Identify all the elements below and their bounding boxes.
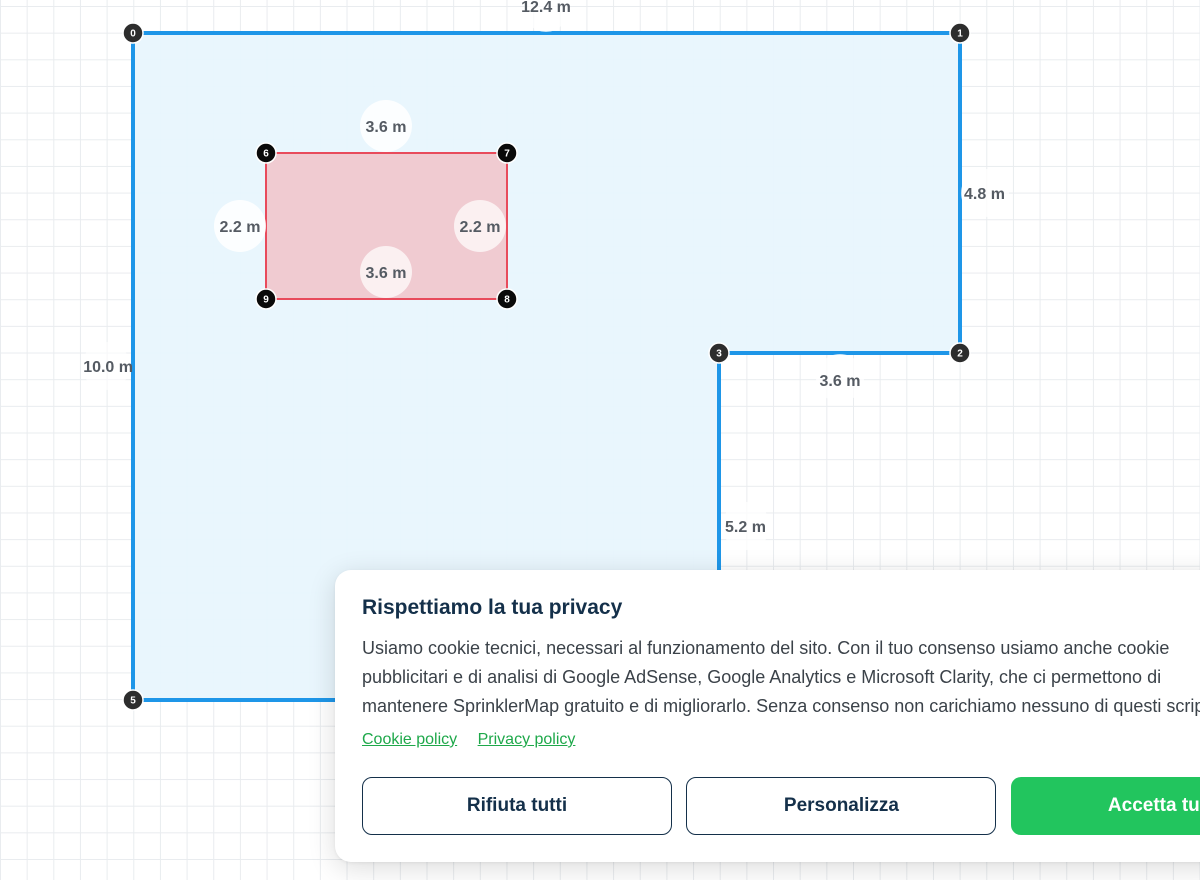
cookie-consent-banner: Rispettiamo la tua privacy Usiamo cookie… [335, 570, 1200, 862]
cookie-banner-title: Rispettiamo la tua privacy [362, 596, 623, 619]
accept-all-button[interactable]: Accetta tutti [1010, 777, 1200, 835]
cookie-policy-link[interactable]: Cookie policy [362, 731, 457, 748]
reject-all-button[interactable]: Rifiuta tutti [362, 777, 672, 835]
vertex-handle-9[interactable]: 9 [255, 288, 277, 310]
vertex-handle-2[interactable]: 2 [949, 342, 971, 364]
customize-button[interactable]: Personalizza [686, 777, 997, 835]
dim-label-step-horizontal: 3.6 m [820, 373, 861, 390]
dim-label-right-upper: 4.8 m [964, 186, 1005, 203]
vertex-handle-3[interactable]: 3 [708, 342, 730, 364]
svg-text:8: 8 [504, 295, 510, 306]
cookie-banner-buttons: Rifiuta tutti Personalizza Accetta tutti [362, 777, 1200, 835]
svg-text:0: 0 [130, 29, 136, 40]
vertex-handle-7[interactable]: 7 [496, 142, 518, 164]
svg-text:7: 7 [504, 149, 510, 160]
dim-label-top: 12.4 m [521, 0, 571, 16]
svg-text:5: 5 [130, 696, 136, 707]
exclusion-dim-bottom: 3.6 m [366, 265, 407, 282]
vertex-handle-0[interactable]: 0 [122, 22, 144, 44]
dim-label-left: 10.0 m [83, 359, 133, 376]
dim-label-step-vertical: 5.2 m [725, 519, 766, 536]
exclusion-dim-left: 2.2 m [220, 219, 261, 236]
exclusion-dim-right: 2.2 m [460, 219, 501, 236]
svg-text:2: 2 [957, 349, 963, 360]
svg-text:1: 1 [957, 29, 963, 40]
vertex-handle-6[interactable]: 6 [255, 142, 277, 164]
cookie-banner-links: Cookie policy Privacy policy [362, 731, 1200, 749]
vertex-handle-5[interactable]: 5 [122, 689, 144, 711]
vertex-handle-1[interactable]: 1 [949, 22, 971, 44]
vertex-handle-8[interactable]: 8 [496, 288, 518, 310]
svg-text:9: 9 [263, 295, 269, 306]
cookie-banner-text: Usiamo cookie tecnici, necessari al funz… [362, 638, 1200, 716]
svg-text:3: 3 [716, 349, 722, 360]
exclusion-dim-top: 3.6 m [366, 119, 407, 136]
privacy-policy-link[interactable]: Privacy policy [478, 731, 576, 748]
svg-text:6: 6 [263, 149, 269, 160]
